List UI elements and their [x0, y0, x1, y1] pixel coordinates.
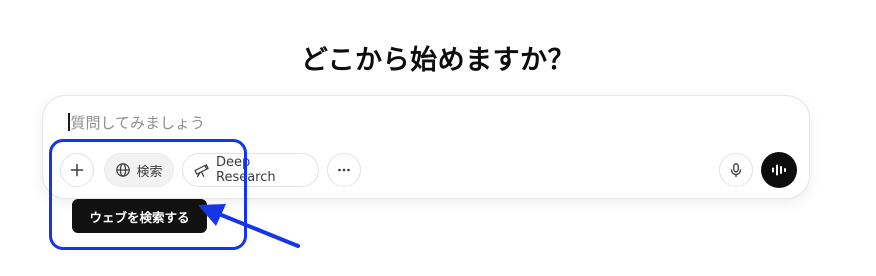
- microphone-icon: [728, 162, 744, 178]
- more-options-button[interactable]: [327, 153, 361, 187]
- prompt-placeholder: 質問してみましょう: [70, 113, 206, 132]
- stage: どこから始めますか？ 質問してみましょう 検索 Deep Research ウェ…: [0, 0, 876, 276]
- text-caret: [68, 113, 70, 131]
- voice-waveform-icon: [770, 162, 788, 178]
- deep-research-label: Deep Research: [216, 155, 276, 185]
- deep-research-button[interactable]: Deep Research: [182, 153, 319, 187]
- dictation-button[interactable]: [719, 153, 753, 187]
- prompt-input[interactable]: 質問してみましょう: [68, 111, 668, 133]
- search-button[interactable]: 検索: [104, 153, 174, 187]
- telescope-icon: [193, 162, 210, 178]
- plus-icon: [69, 162, 85, 178]
- voice-mode-button[interactable]: [761, 152, 797, 188]
- search-label: 検索: [136, 164, 163, 180]
- search-tooltip: ウェブを検索する: [72, 199, 207, 233]
- add-button[interactable]: [60, 153, 94, 187]
- globe-icon: [115, 162, 131, 178]
- ellipsis-icon: [336, 162, 352, 178]
- page-title: どこから始めますか？: [300, 45, 576, 76]
